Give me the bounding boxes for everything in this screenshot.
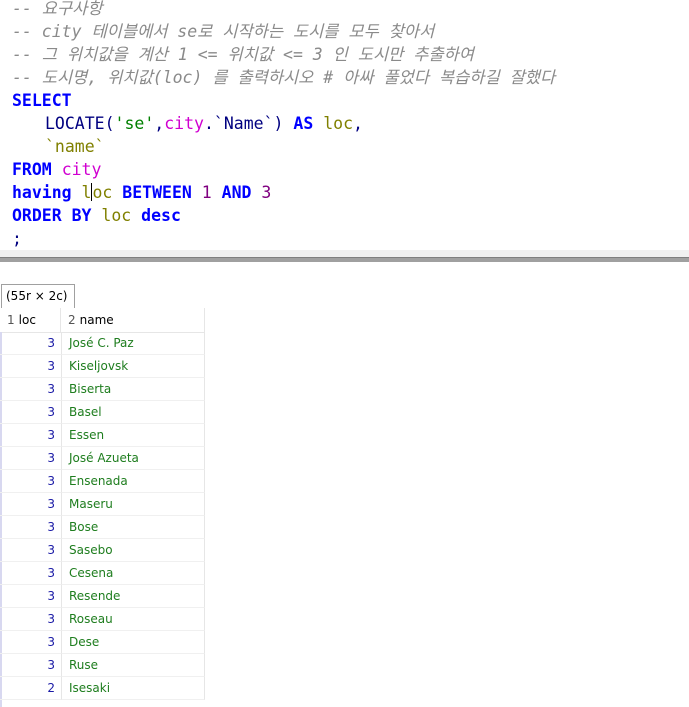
cell-name[interactable]: Bose — [62, 516, 205, 539]
cell-name[interactable]: Basel — [62, 401, 205, 424]
number-literal: 3 — [261, 183, 272, 202]
keyword-between: BETWEEN — [122, 183, 192, 202]
cell-name[interactable]: José C. Paz — [62, 332, 205, 355]
comment-line: -- city 테이블에서 se로 시작하는 도시를 모두 찾아서 — [12, 22, 435, 41]
cell-loc[interactable]: 3 — [0, 401, 62, 424]
sql-editor[interactable]: -- 요구사항 -- city 테이블에서 se로 시작하는 도시를 모두 찾아… — [0, 0, 689, 250]
statement-terminator: ; — [12, 229, 22, 248]
cell-name[interactable]: Isesaki — [62, 677, 205, 700]
result-tab[interactable]: (55r × 2c) — [1, 284, 76, 308]
column-index: 2 — [68, 313, 76, 327]
cell-loc[interactable]: 3 — [0, 631, 62, 654]
keyword-select: SELECT — [12, 91, 72, 110]
having-column: l — [81, 183, 92, 202]
function-locate: LOCATE — [45, 114, 105, 133]
table-row[interactable]: 3 Cesena — [0, 562, 205, 585]
from-table: city — [61, 160, 102, 179]
table-row[interactable]: 3 Kiseljovsk — [0, 355, 205, 378]
order-column: loc — [101, 206, 132, 225]
cell-name[interactable]: Kiseljovsk — [62, 355, 205, 378]
comment-line: -- 요구사항 — [12, 0, 103, 18]
cell-loc[interactable]: 3 — [0, 516, 62, 539]
table-row[interactable]: 3 Basel — [0, 401, 205, 424]
column-header-loc[interactable]: 1 loc — [0, 308, 61, 332]
having-column: oc — [92, 183, 113, 202]
column-label: loc — [18, 313, 36, 327]
cell-name[interactable]: Essen — [62, 424, 205, 447]
column-header-name[interactable]: 2 name — [62, 308, 205, 332]
paren-close: ) — [273, 114, 284, 133]
table-row[interactable]: 3 Biserta — [0, 378, 205, 401]
table-row[interactable]: 3 Resende — [0, 585, 205, 608]
alias-loc: loc — [323, 114, 354, 133]
table-row[interactable]: 3 Dese — [0, 631, 205, 654]
code-line-order: ORDER BY loc desc — [12, 204, 181, 227]
number-literal: 1 — [201, 183, 212, 202]
paren-open: ( — [104, 114, 115, 133]
cell-loc[interactable]: 3 — [0, 332, 62, 355]
horizontal-scrollbar[interactable] — [0, 250, 689, 257]
column-name: `name` — [45, 137, 105, 156]
comment-line: -- 그 위치값을 계산 1 <= 위치값 <= 3 인 도시만 추출하여 — [12, 45, 474, 64]
comma: , — [353, 114, 363, 133]
result-tab-bar: (55r × 2c) — [0, 262, 689, 309]
cell-loc[interactable]: 3 — [0, 424, 62, 447]
column-ref: .`Name` — [203, 114, 274, 133]
comma: , — [154, 114, 165, 133]
table-row[interactable]: 2 Isesaki — [0, 677, 205, 700]
code-line-name: `name` — [45, 135, 105, 158]
result-tab-label: (55r × 2c) — [6, 289, 68, 303]
cell-loc[interactable]: 3 — [0, 608, 62, 631]
cell-name[interactable]: Dese — [62, 631, 205, 654]
table-row[interactable]: 3 Bose — [0, 516, 205, 539]
cell-loc[interactable]: 3 — [0, 378, 62, 401]
cell-loc[interactable]: 3 — [0, 562, 62, 585]
cell-name[interactable]: Maseru — [62, 493, 205, 516]
cell-loc[interactable]: 3 — [0, 470, 62, 493]
column-label: name — [79, 313, 114, 327]
table-row[interactable]: 3 Maseru — [0, 493, 205, 516]
string-literal: 'se' — [114, 114, 155, 133]
code-line-from: FROM city — [12, 158, 101, 181]
cell-loc[interactable]: 3 — [0, 654, 62, 677]
cell-name[interactable]: Ensenada — [62, 470, 205, 493]
code-line-select: SELECT — [12, 89, 72, 112]
table-row[interactable]: 3 Sasebo — [0, 539, 205, 562]
table-row[interactable]: 3 Ruse — [0, 654, 205, 677]
cell-name[interactable]: Cesena — [62, 562, 205, 585]
keyword-as: AS — [293, 114, 314, 133]
cell-loc[interactable]: 3 — [0, 355, 62, 378]
grid-header: 1 loc 2 name — [0, 308, 205, 333]
comment-line: -- 도시명, 위치값(loc) 를 출력하시오 # 아싸 풀었다 복습하길 잘… — [12, 68, 556, 87]
table-ref: city — [164, 114, 204, 133]
cell-name[interactable]: Roseau — [62, 608, 205, 631]
table-row[interactable]: 3 Roseau — [0, 608, 205, 631]
cell-loc[interactable]: 2 — [0, 677, 62, 700]
cell-loc[interactable]: 3 — [0, 447, 62, 470]
table-row[interactable]: 3 Ensenada — [0, 470, 205, 493]
cell-name[interactable]: Sasebo — [62, 539, 205, 562]
column-index: 1 — [7, 313, 15, 327]
table-row[interactable]: 3 José C. Paz — [0, 332, 205, 355]
cell-name[interactable]: Resende — [62, 585, 205, 608]
keyword-from: FROM — [12, 160, 52, 179]
code-line-terminator: ; — [12, 227, 22, 250]
code-line-locate: LOCATE('se',city.`Name`) AS loc, — [45, 112, 363, 135]
cell-loc[interactable]: 3 — [0, 539, 62, 562]
code-line-having: having loc BETWEEN 1 AND 3 — [12, 181, 271, 204]
keyword-desc: desc — [141, 206, 181, 225]
cell-name[interactable]: Biserta — [62, 378, 205, 401]
keyword-and: AND — [221, 183, 252, 202]
cell-loc[interactable]: 3 — [0, 493, 62, 516]
cell-name[interactable]: Ruse — [62, 654, 205, 677]
keyword-order-by: ORDER BY — [12, 206, 92, 225]
result-grid[interactable]: 1 loc 2 name 3 José C. Paz 3 Kiseljovsk 3 Biser… — [0, 308, 689, 707]
table-row[interactable]: 3 Essen — [0, 424, 205, 447]
table-row[interactable]: 3 José Azueta — [0, 447, 205, 470]
cell-loc[interactable]: 3 — [0, 585, 62, 608]
cell-name[interactable]: José Azueta — [62, 447, 205, 470]
keyword-having: having — [12, 183, 72, 202]
